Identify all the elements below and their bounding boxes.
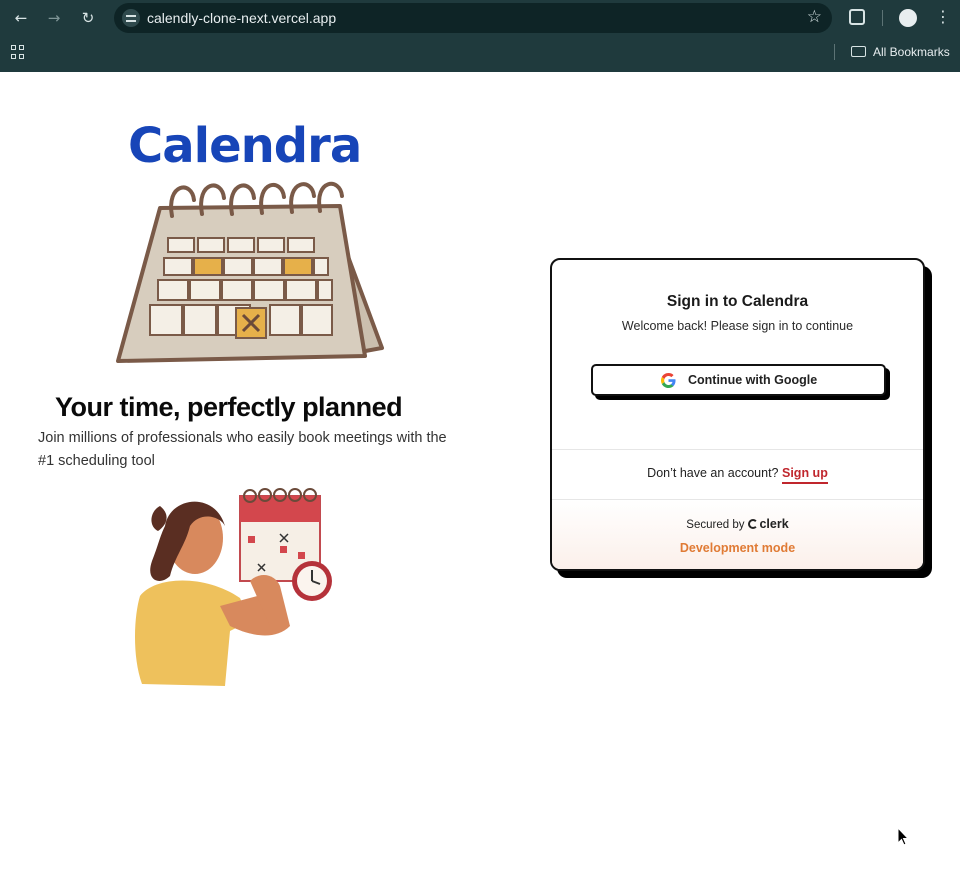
signup-row: Don’t have an account? Sign up [552,466,923,484]
signup-link[interactable]: Sign up [782,466,828,484]
clerk-brand[interactable]: clerk [759,517,788,531]
all-bookmarks-button[interactable]: All Bookmarks [873,45,950,59]
apps-icon[interactable] [11,45,25,59]
site-info-icon[interactable] [122,9,140,27]
person-calendar-illustration [135,488,332,686]
card-divider [552,449,923,450]
profile-icon[interactable] [899,9,917,27]
address-bar[interactable]: calendly-clone-next.vercel.app ☆ [114,3,832,33]
secured-by-text: Secured by [686,519,745,531]
google-button-label: Continue with Google [688,373,818,387]
app-logo: Calendra [128,118,362,174]
secured-by-row: Secured by clerk [552,517,923,531]
star-icon[interactable]: ☆ [807,7,822,27]
url-text[interactable]: calendly-clone-next.vercel.app [147,10,336,26]
extensions-icon[interactable] [849,9,865,25]
toolbar-divider [882,10,883,26]
card-footer: Secured by clerk Development mode [552,500,923,569]
calendar-illustration [116,181,384,363]
signin-card: Sign in to Calendra Welcome back! Please… [550,258,925,571]
folder-icon [851,46,866,57]
menu-icon[interactable]: ⋮ [935,7,951,26]
hero-tagline: Your time, perfectly planned [55,392,403,422]
forward-icon[interactable]: → [43,7,65,29]
no-account-text: Don’t have an account? [647,466,779,480]
reload-icon[interactable]: ↻ [77,7,99,29]
bookmarks-divider [834,44,835,60]
google-icon [661,373,676,388]
back-icon[interactable]: ← [10,7,32,29]
clerk-logo-icon [748,519,759,529]
development-mode-label: Development mode [679,541,796,555]
signin-title: Sign in to Calendra [666,293,809,310]
continue-with-google-button[interactable]: Continue with Google [591,364,886,396]
mouse-cursor-icon [897,827,910,846]
browser-toolbar: ← → ↻ calendly-clone-next.vercel.app ☆ ⋮… [0,0,960,72]
hero-subtitle: Join millions of professionals who easil… [38,430,447,469]
signin-subtitle: Welcome back! Please sign in to continue [621,319,854,333]
